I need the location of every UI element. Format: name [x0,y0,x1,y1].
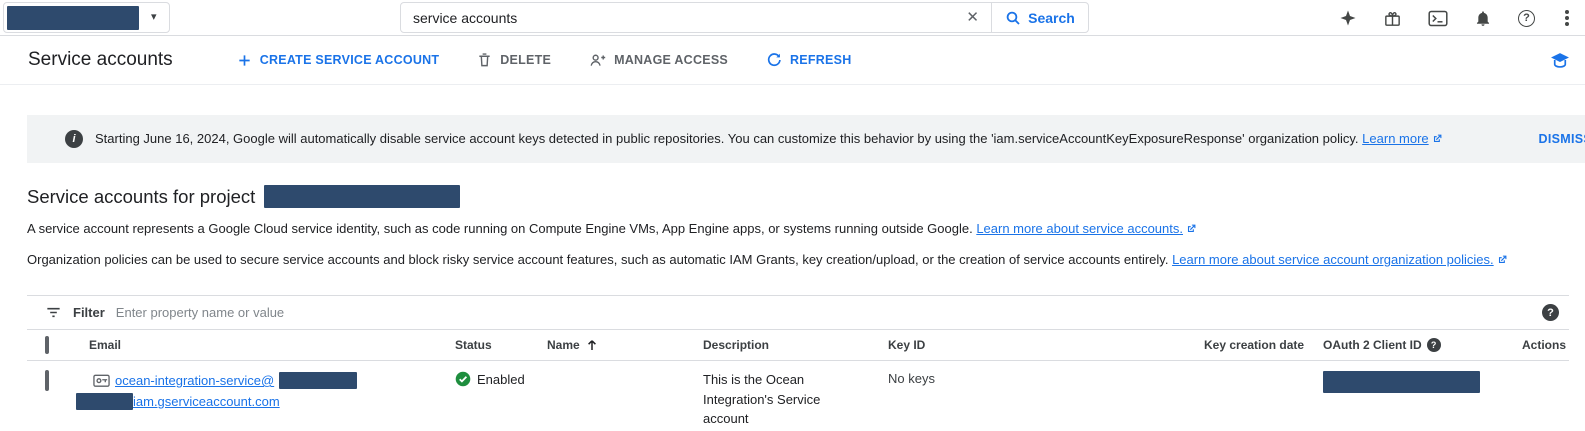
project-heading-redaction [264,185,460,208]
key-id-text: No keys [888,370,1204,386]
oauth-client-id-cell [1323,370,1522,398]
external-link-icon [1186,222,1197,237]
section-heading: Service accounts for project [27,185,1585,208]
page-title: Service accounts [28,49,173,71]
topbar-icons: ? [1339,0,1573,36]
sort-ascending-icon[interactable] [585,338,599,352]
tutorial-icon[interactable] [1549,51,1571,70]
email-cell: ocean-integration-service@ iam.gservicea… [89,370,455,412]
filter-help-icon[interactable]: ? [1542,304,1559,321]
email-redaction [279,372,357,389]
email-link[interactable]: ocean-integration-service@ [115,370,274,391]
info-icon: i [65,130,83,148]
service-accounts-table: Filter ? Email Status Name Description K… [27,295,1569,431]
col-actions: Actions [1522,338,1569,352]
status-text: Enabled [477,372,525,387]
col-oauth-client-id: OAuth 2 Client ID ? [1323,338,1522,352]
top-bar: ▾ ✕ Search ? [0,0,1585,36]
banner-message: Starting June 16, 2024, Google will auto… [95,131,1443,147]
oauth-help-icon[interactable]: ? [1427,338,1441,352]
info-banner: i Starting June 16, 2024, Google will au… [27,115,1585,163]
person-add-icon [589,53,606,68]
global-search: ✕ Search [400,2,1089,33]
col-description: Description [703,338,888,352]
oauth-client-id-redaction [1323,371,1480,393]
dismiss-button[interactable]: DISMISS [1539,132,1585,146]
policy-learn-more-link[interactable]: Learn more about service account organiz… [1172,252,1508,267]
col-email: Email [89,338,455,352]
search-input[interactable] [413,10,956,26]
description-text: This is the Ocean Integration's Service … [703,370,827,429]
more-menu-icon[interactable] [1561,16,1573,20]
chevron-down-icon: ▾ [151,12,157,23]
select-all-checkbox[interactable] [45,336,49,354]
filter-label: Filter [73,305,105,320]
external-link-icon [1497,253,1508,268]
external-link-icon [1432,132,1443,147]
gemini-icon[interactable] [1339,9,1357,27]
email-domain-link[interactable]: iam.gserviceaccount.com [133,391,280,412]
status-ok-icon [455,371,471,387]
banner-learn-more-link[interactable]: Learn more [1362,131,1442,146]
filter-bar: Filter ? [27,295,1569,330]
col-key-creation-date: Key creation date [1204,338,1323,352]
intro-learn-more-link[interactable]: Learn more about service accounts. [976,221,1197,236]
row-checkbox[interactable] [45,370,49,391]
col-name[interactable]: Name [547,338,703,352]
main-content: Service accounts for project A service a… [0,185,1585,431]
search-field[interactable]: ✕ [400,2,992,33]
page-toolbar: Service accounts CREATE SERVICE ACCOUNT … [0,36,1585,85]
table-header-row: Email Status Name Description Key ID Key… [27,330,1569,361]
status-cell: Enabled [455,370,547,387]
close-icon[interactable]: ✕ [966,10,979,25]
project-selector[interactable]: ▾ [3,2,170,33]
search-icon [1005,10,1021,26]
project-name-redaction [7,6,139,30]
email-redaction [76,393,133,410]
search-button[interactable]: Search [991,2,1089,33]
row-actions-button[interactable] [1522,370,1569,394]
gift-icon[interactable] [1383,9,1402,28]
manage-access-button[interactable]: MANAGE ACCESS [589,53,728,68]
filter-input[interactable] [116,305,1531,320]
table-row: ocean-integration-service@ iam.gservicea… [27,361,1569,431]
service-account-icon [93,373,110,388]
help-icon[interactable]: ? [1518,10,1535,27]
col-status: Status [455,338,547,352]
refresh-button[interactable]: REFRESH [766,52,851,68]
intro-paragraph: A service account represents a Google Cl… [27,221,1585,237]
notifications-icon[interactable] [1474,9,1492,28]
refresh-icon [766,52,782,68]
col-key-id: Key ID [888,338,1204,352]
delete-button[interactable]: DELETE [477,52,551,68]
filter-icon [45,304,62,321]
policy-paragraph: Organization policies can be used to sec… [27,252,1585,268]
cloud-shell-icon[interactable] [1428,10,1448,27]
search-button-label: Search [1028,10,1075,26]
plus-icon [237,53,252,68]
create-service-account-button[interactable]: CREATE SERVICE ACCOUNT [237,53,440,68]
trash-icon [477,52,492,68]
